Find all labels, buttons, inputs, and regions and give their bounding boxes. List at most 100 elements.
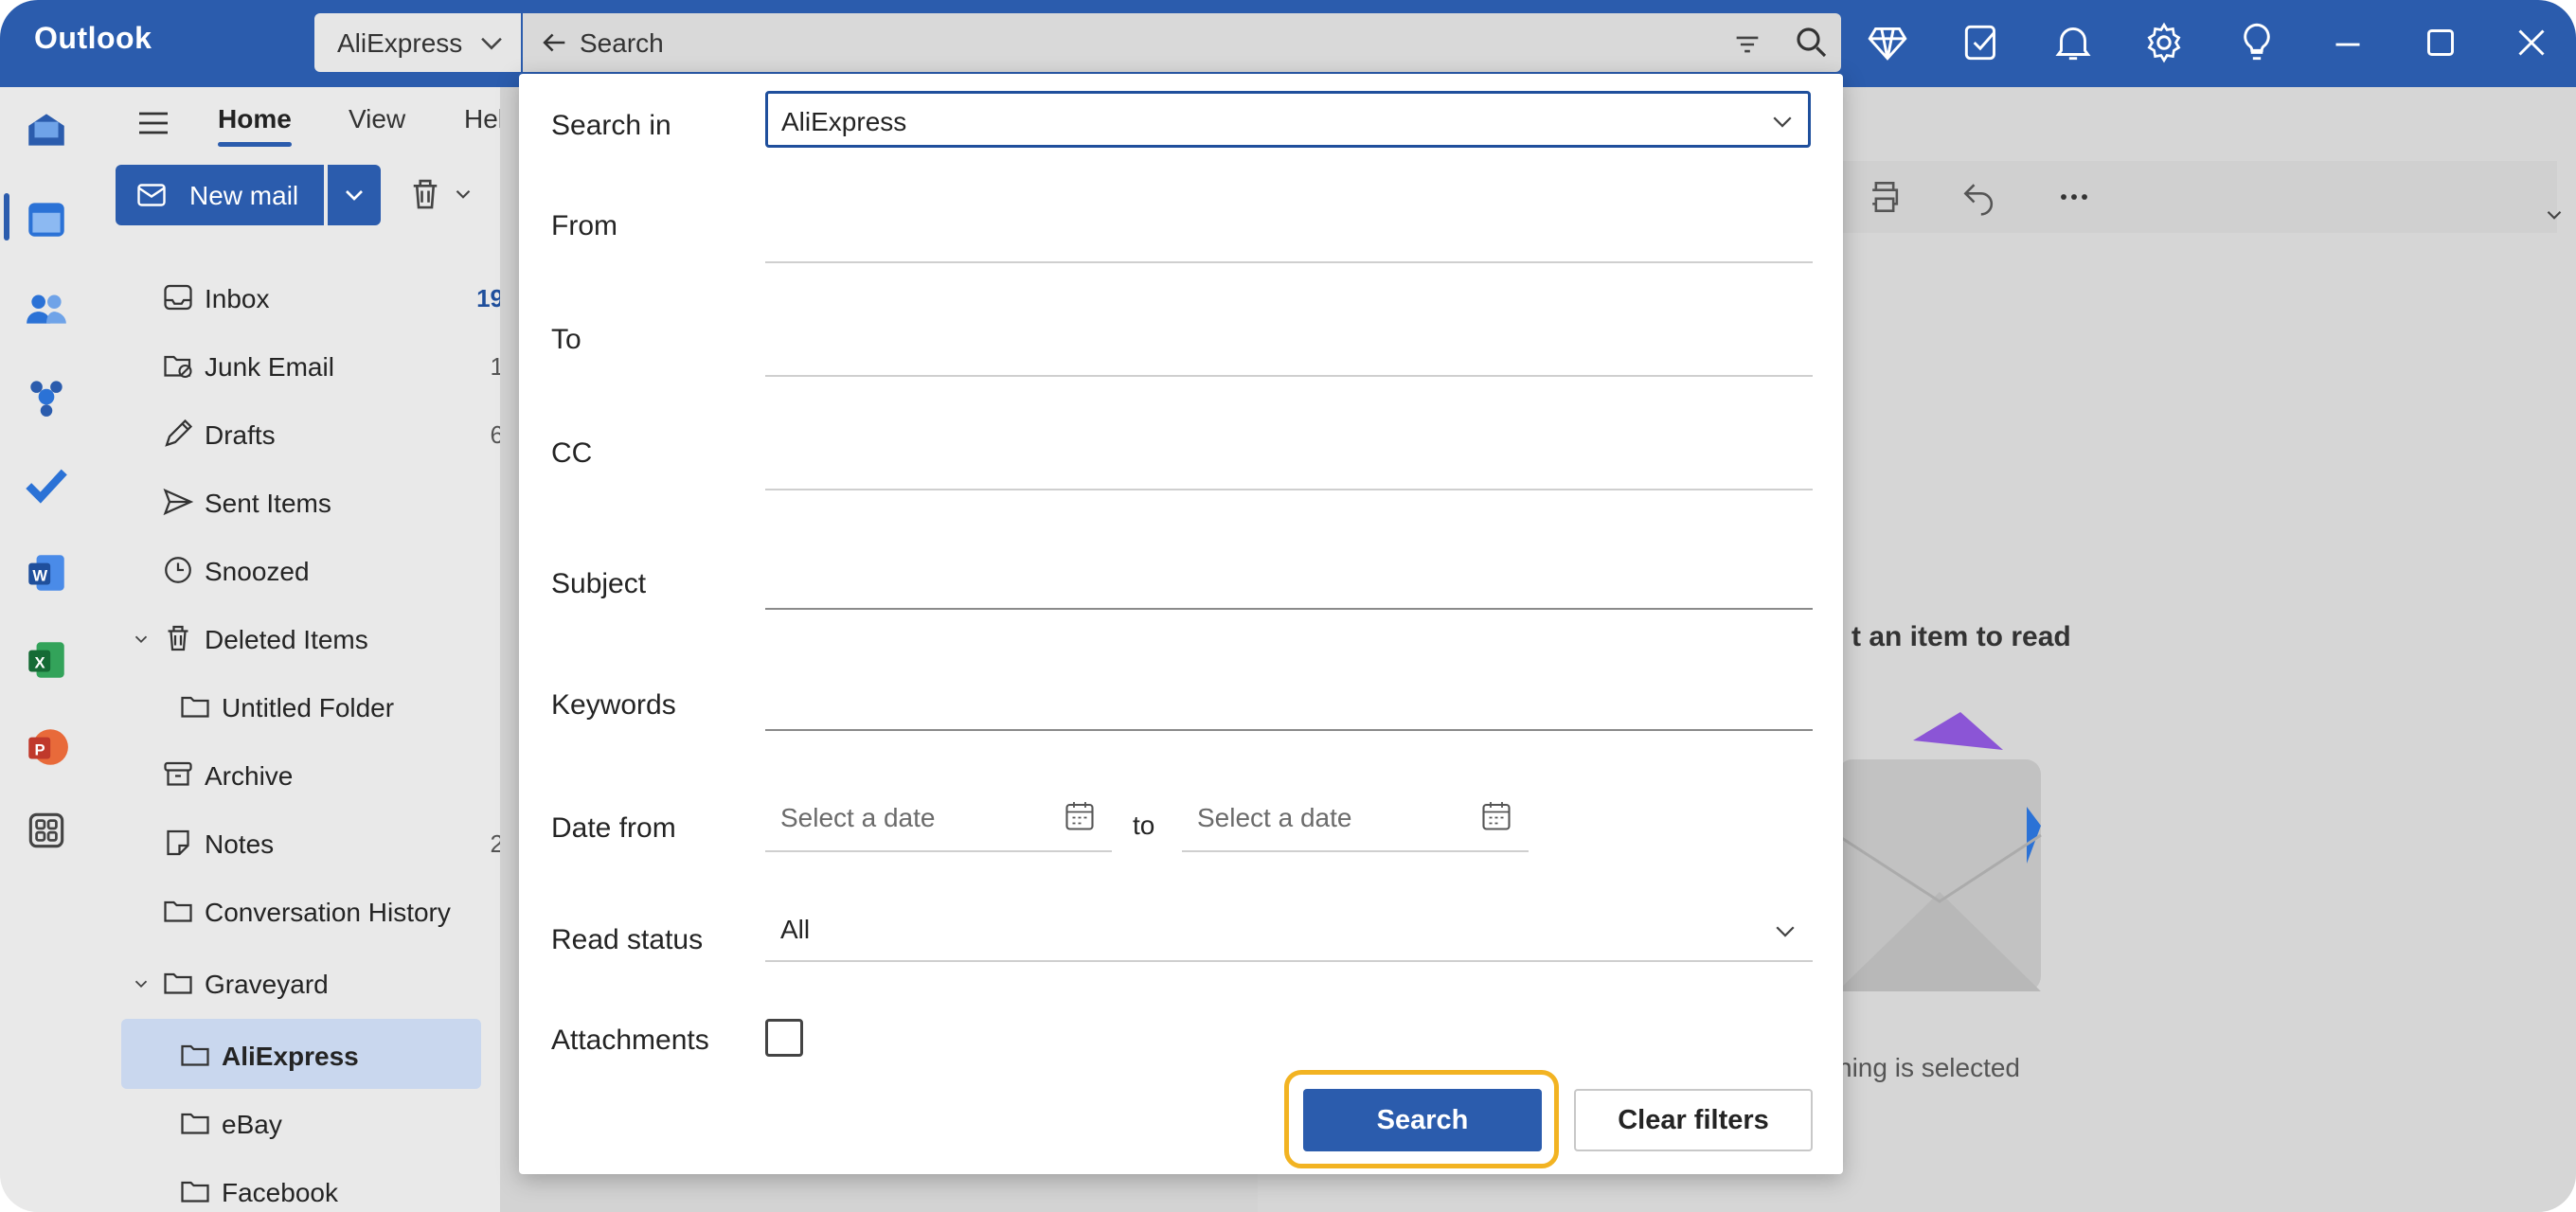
folder-drafts[interactable]: Drafts 6: [161, 405, 521, 462]
folder-ebay[interactable]: eBay: [178, 1095, 538, 1151]
folder-label: Facebook: [222, 1178, 338, 1207]
drafts-icon: [165, 419, 193, 447]
search-input[interactable]: Search: [580, 28, 664, 59]
folder-untitled-folder[interactable]: Untitled Folder: [178, 678, 538, 735]
read-status-dropdown[interactable]: All: [765, 900, 1813, 962]
new-mail-label: New mail: [189, 181, 299, 210]
subject-field[interactable]: [765, 608, 1813, 610]
delete-icon[interactable]: [405, 174, 445, 214]
reading-pane-subtitle: hing is selected: [1837, 1053, 2021, 1082]
powerpoint-icon[interactable]: P: [23, 723, 70, 771]
filter-icon[interactable]: [1731, 28, 1763, 61]
advanced-search-dialog: Search in AliExpress From To CC Subject …: [519, 74, 1843, 1174]
folder-archive[interactable]: Archive: [161, 746, 521, 803]
read-status-value: All: [780, 915, 811, 944]
bell-icon[interactable]: [2049, 19, 2097, 66]
search-icon[interactable]: [1792, 23, 1832, 62]
folder-snoozed[interactable]: Snoozed: [161, 542, 521, 598]
new-mail-dropdown-button[interactable]: [328, 165, 381, 225]
close-icon[interactable]: [2508, 19, 2555, 66]
folder-label: AliExpress: [222, 1042, 359, 1071]
folder-aliexpress[interactable]: AliExpress: [178, 1026, 538, 1083]
folder-icon: [181, 696, 209, 718]
read-status-label: Read status: [551, 924, 704, 955]
chevron-down-icon: [346, 190, 363, 201]
lightbulb-icon[interactable]: [2233, 19, 2281, 66]
inbox-icon: [164, 284, 192, 311]
folder-conversation-history[interactable]: Conversation History: [161, 882, 521, 939]
folder-inbox[interactable]: Inbox 19: [161, 269, 521, 326]
send-icon: [163, 488, 194, 516]
hamburger-menu-icon[interactable]: [134, 104, 172, 142]
chevron-down-icon[interactable]: [451, 182, 475, 206]
reading-pane-title: t an item to read: [1852, 621, 2071, 652]
from-field[interactable]: [765, 261, 1813, 320]
folder-notes[interactable]: Notes 2: [161, 814, 521, 871]
excel-icon[interactable]: X: [23, 636, 70, 684]
folder-label: Junk Email: [205, 352, 334, 382]
todo-check-icon[interactable]: [23, 460, 70, 508]
keywords-label: Keywords: [551, 689, 676, 721]
date-to-label: to: [1133, 811, 1155, 840]
chevron-down-icon[interactable]: [2542, 203, 2567, 227]
search-box[interactable]: Search: [523, 13, 1841, 72]
active-tab-indicator: [218, 142, 292, 147]
groups-icon[interactable]: [23, 371, 70, 419]
folder-label: Sent Items: [205, 489, 331, 518]
folder-icon: [181, 1044, 209, 1066]
calendar-icon[interactable]: [1063, 799, 1097, 833]
folder-label: Deleted Items: [205, 625, 368, 654]
tab-home[interactable]: Home: [218, 104, 292, 134]
more-apps-icon[interactable]: [23, 807, 70, 854]
trash-icon: [168, 625, 188, 651]
date-from-placeholder: Select a date: [780, 803, 936, 832]
subject-label: Subject: [551, 568, 647, 599]
date-from-underline: [765, 850, 1112, 852]
people-icon[interactable]: [23, 284, 70, 331]
maximize-icon[interactable]: [2417, 19, 2464, 66]
rail-selection-indicator: [4, 193, 9, 241]
folder-graveyard[interactable]: Graveyard: [161, 954, 521, 1011]
cc-field[interactable]: [765, 489, 1813, 490]
print-icon[interactable]: [1864, 176, 1905, 218]
undo-icon[interactable]: [1959, 176, 2000, 218]
premium-diamond-icon[interactable]: [1864, 19, 1911, 66]
calendar-icon[interactable]: [23, 195, 70, 242]
calendar-icon[interactable]: [1479, 799, 1513, 833]
date-to-placeholder: Select a date: [1197, 803, 1352, 832]
word-icon[interactable]: W: [23, 549, 70, 597]
to-field[interactable]: [765, 375, 1813, 377]
search-in-label: Search in: [551, 110, 671, 141]
gear-icon[interactable]: [2140, 19, 2188, 66]
attachments-checkbox[interactable]: [765, 1019, 803, 1057]
folder-label: Drafts: [205, 420, 276, 450]
chevron-down-icon[interactable]: [131, 973, 152, 994]
keywords-field[interactable]: [765, 729, 1813, 731]
search-button[interactable]: Search: [1303, 1089, 1542, 1151]
outlook-window: Outlook AliExpress Search W X P Home Vie…: [0, 0, 2576, 1212]
folder-label: eBay: [222, 1110, 282, 1139]
date-to-picker[interactable]: Select a date: [1182, 782, 1529, 852]
read-status-underline: [765, 960, 1813, 962]
clear-filters-button[interactable]: Clear filters: [1574, 1089, 1813, 1151]
minimize-icon[interactable]: [2324, 19, 2371, 66]
folder-deleted-items[interactable]: Deleted Items: [161, 610, 521, 667]
empty-envelope-illustration: [1837, 712, 2042, 991]
search-in-dropdown[interactable]: AliExpress: [765, 91, 1811, 148]
folder-junk-email[interactable]: Junk Email 1: [161, 337, 521, 394]
new-mail-button[interactable]: New mail: [116, 165, 324, 225]
folder-facebook[interactable]: Facebook: [178, 1163, 538, 1212]
more-options-icon[interactable]: [2053, 176, 2095, 218]
mail-icon[interactable]: [23, 106, 70, 153]
search-in-value: AliExpress: [781, 107, 907, 136]
folder-sent-items[interactable]: Sent Items: [161, 473, 521, 530]
folder-icon: [164, 900, 192, 922]
tab-view[interactable]: View: [349, 104, 405, 134]
folder-icon: [164, 972, 192, 994]
chevron-down-icon[interactable]: [131, 629, 152, 650]
my-day-icon[interactable]: [1959, 19, 2006, 66]
date-from-picker[interactable]: Select a date: [765, 782, 1112, 852]
chevron-down-icon: [1773, 116, 1792, 128]
back-arrow-icon[interactable]: [538, 27, 570, 59]
search-scope-select[interactable]: AliExpress: [314, 13, 521, 72]
